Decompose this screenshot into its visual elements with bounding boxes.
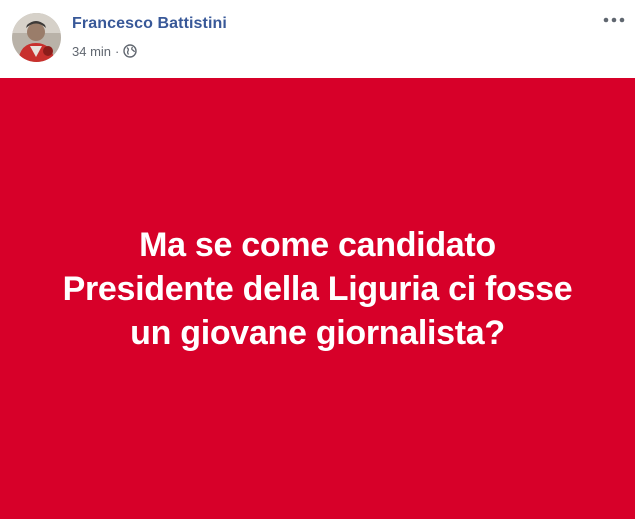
colored-status-background: Ma se come candidato Presidente della Li… [0,78,635,519]
status-line: Presidente della Liguria ci fosse [62,269,573,308]
status-line: un giovane giornalista? [130,313,505,352]
post-timestamp[interactable]: 34 min [72,44,111,59]
more-options-icon [603,17,625,23]
status-text: Ma se come candidato Presidente della Li… [18,223,618,355]
meta-separator: · [115,43,120,59]
avatar-photo [12,13,61,62]
more-options-button[interactable] [601,10,627,30]
post-meta: 34 min · [72,43,138,59]
author-avatar[interactable] [12,13,61,62]
globe-icon[interactable] [123,44,138,58]
post-header: Francesco Battistini 34 min · [0,0,635,78]
facebook-post: Francesco Battistini 34 min · Ma se come… [0,0,635,519]
author-name-link[interactable]: Francesco Battistini [72,15,227,33]
status-line: Ma se come candidato [139,225,496,264]
